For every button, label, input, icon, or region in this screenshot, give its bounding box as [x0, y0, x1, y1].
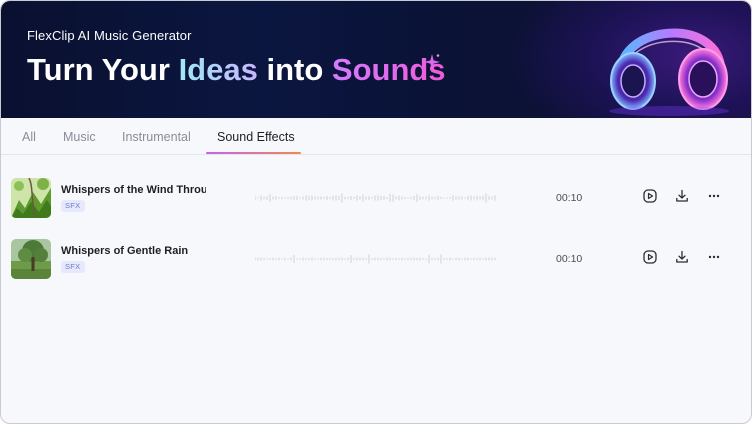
play-button[interactable]: [642, 249, 658, 265]
download-button[interactable]: [674, 188, 690, 204]
tab-all[interactable]: All: [22, 130, 36, 144]
track-title[interactable]: Whispers of Gentle Rain: [61, 245, 206, 257]
hero-banner: FlexClip AI Music Generator Turn Your Id…: [1, 1, 751, 118]
banner-title: Turn Your Ideas into Sounds: [27, 52, 446, 88]
sparkle-icon: [424, 54, 440, 70]
sfx-badge: SFX: [61, 261, 85, 273]
download-icon: [676, 250, 688, 263]
more-options-button[interactable]: [706, 188, 722, 204]
track-thumbnail: [11, 239, 51, 279]
more-dots-icon: [708, 255, 720, 259]
active-tab-indicator: [206, 152, 301, 154]
track-row[interactable]: Whispers of Gentle Rain SFX 00:10: [1, 239, 751, 289]
waveform[interactable]: [255, 251, 497, 267]
more-options-button[interactable]: [706, 249, 722, 265]
banner-title-part1: Turn Your: [27, 52, 179, 87]
sfx-badge: SFX: [61, 200, 85, 212]
category-tabs: All Music Instrumental Sound Effects: [1, 119, 751, 155]
track-duration: 00:10: [556, 253, 583, 265]
app-window: FlexClip AI Music Generator Turn Your Id…: [0, 0, 752, 424]
download-icon: [676, 189, 688, 202]
play-button[interactable]: [642, 188, 658, 204]
waveform[interactable]: [255, 190, 497, 206]
track-thumbnail: [11, 178, 51, 218]
track-row[interactable]: Whispers of the Wind Throu... SFX 00:10: [1, 178, 751, 228]
track-duration: 00:10: [556, 192, 583, 204]
track-title[interactable]: Whispers of the Wind Throu...: [61, 184, 206, 196]
headphones-illustration-icon: [609, 28, 729, 116]
download-button[interactable]: [674, 249, 690, 265]
tab-sound-effects[interactable]: Sound Effects: [217, 130, 295, 144]
banner-title-ideas: Ideas: [178, 52, 258, 87]
play-circle-icon: [643, 250, 657, 264]
banner-subtitle: FlexClip AI Music Generator: [27, 28, 192, 43]
tab-instrumental[interactable]: Instrumental: [122, 130, 191, 144]
more-dots-icon: [708, 194, 720, 198]
play-circle-icon: [643, 189, 657, 203]
banner-title-part3: into: [257, 52, 332, 87]
tab-music[interactable]: Music: [63, 130, 96, 144]
